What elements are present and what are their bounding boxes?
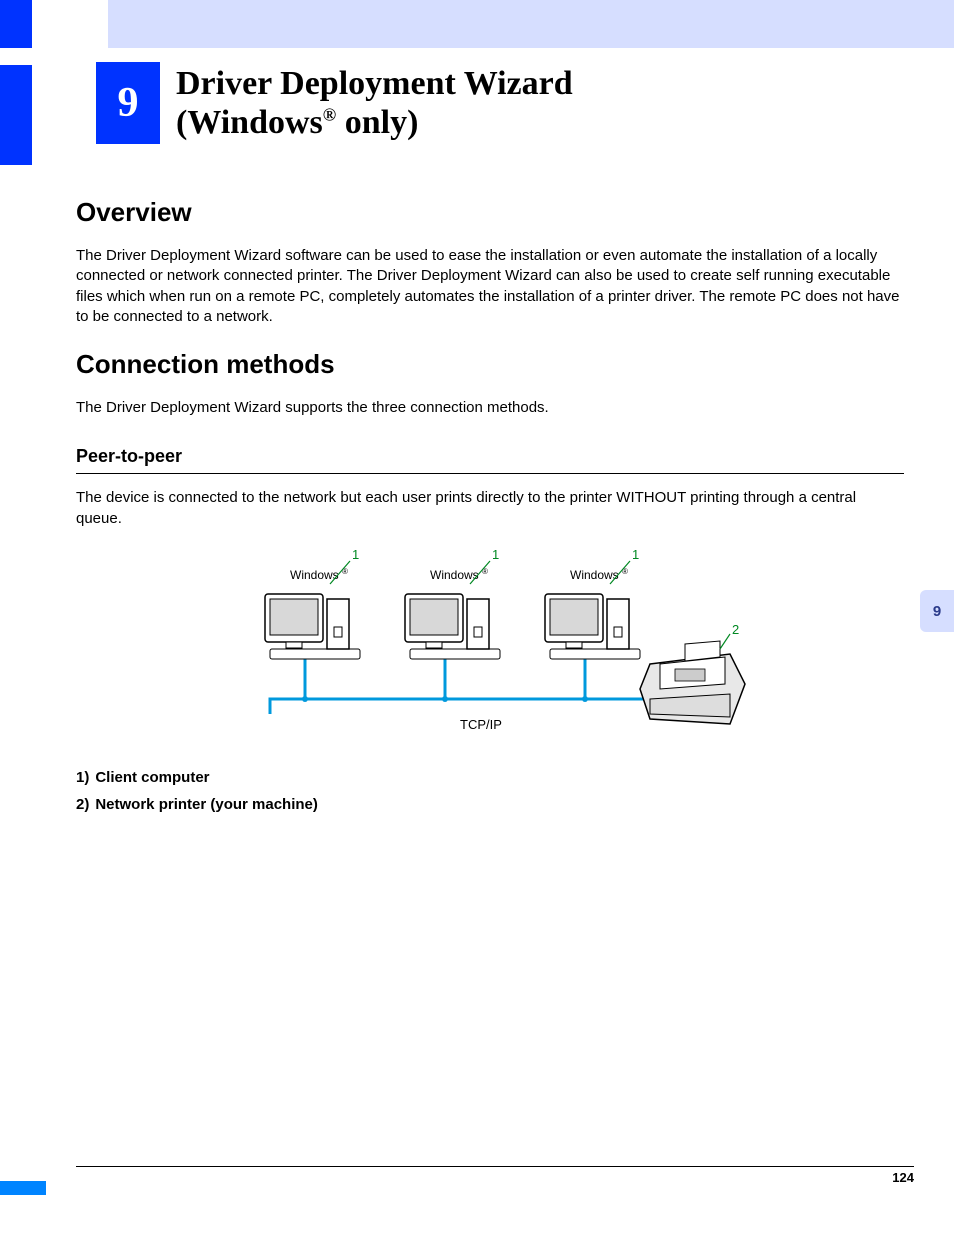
side-tab-number: 9 <box>933 603 941 620</box>
connection-heading: Connection methods <box>76 349 904 380</box>
page-content: Overview The Driver Deployment Wizard so… <box>76 185 904 823</box>
legend-num: 1) <box>76 769 89 786</box>
registered-mark: ® <box>323 105 336 125</box>
page-number: 124 <box>892 1170 914 1185</box>
connection-body: The Driver Deployment Wizard supports th… <box>76 398 904 418</box>
printer-icon <box>640 641 745 724</box>
legend-text: Network printer (your machine) <box>95 796 318 813</box>
chapter-number: 9 <box>118 79 139 127</box>
pc-icon <box>405 594 500 659</box>
legend-item: 1) Client computer <box>76 769 904 786</box>
side-chapter-tab: 9 <box>920 590 954 632</box>
callout-2: 2 <box>732 622 739 637</box>
chapter-title-line2b: only) <box>336 104 418 141</box>
legend-num: 2) <box>76 796 89 813</box>
footer-rule <box>76 1166 914 1167</box>
pc-icon <box>265 594 360 659</box>
chapter-number-badge: 9 <box>96 62 160 144</box>
left-blue-stripe <box>0 65 32 165</box>
overview-heading: Overview <box>76 197 904 228</box>
callout-1: 1 <box>632 549 639 562</box>
chapter-title: Driver Deployment Wizard (Windows® only) <box>176 64 904 142</box>
top-blue-stripe <box>0 0 32 48</box>
peer-heading: Peer-to-peer <box>76 446 904 467</box>
chapter-title-line2a: (Windows <box>176 104 323 141</box>
footer-blue-stripe <box>0 1181 46 1195</box>
pc-icon <box>545 594 640 659</box>
pc-label: Windows <box>430 568 479 582</box>
chapter-title-line1: Driver Deployment Wizard <box>176 65 573 102</box>
protocol-label: TCP/IP <box>460 717 502 732</box>
pc-label: Windows <box>290 568 339 582</box>
network-diagram: Windows ® 1 Windows ® 1 <box>230 549 750 749</box>
peer-body: The device is connected to the network b… <box>76 488 904 529</box>
callout-1: 1 <box>352 549 359 562</box>
legend-text: Client computer <box>95 769 209 786</box>
subsection-rule <box>76 473 904 474</box>
overview-body: The Driver Deployment Wizard software ca… <box>76 246 904 327</box>
callout-1: 1 <box>492 549 499 562</box>
top-light-stripe <box>108 0 954 48</box>
pc-label: Windows <box>570 568 619 582</box>
legend-item: 2) Network printer (your machine) <box>76 796 904 813</box>
